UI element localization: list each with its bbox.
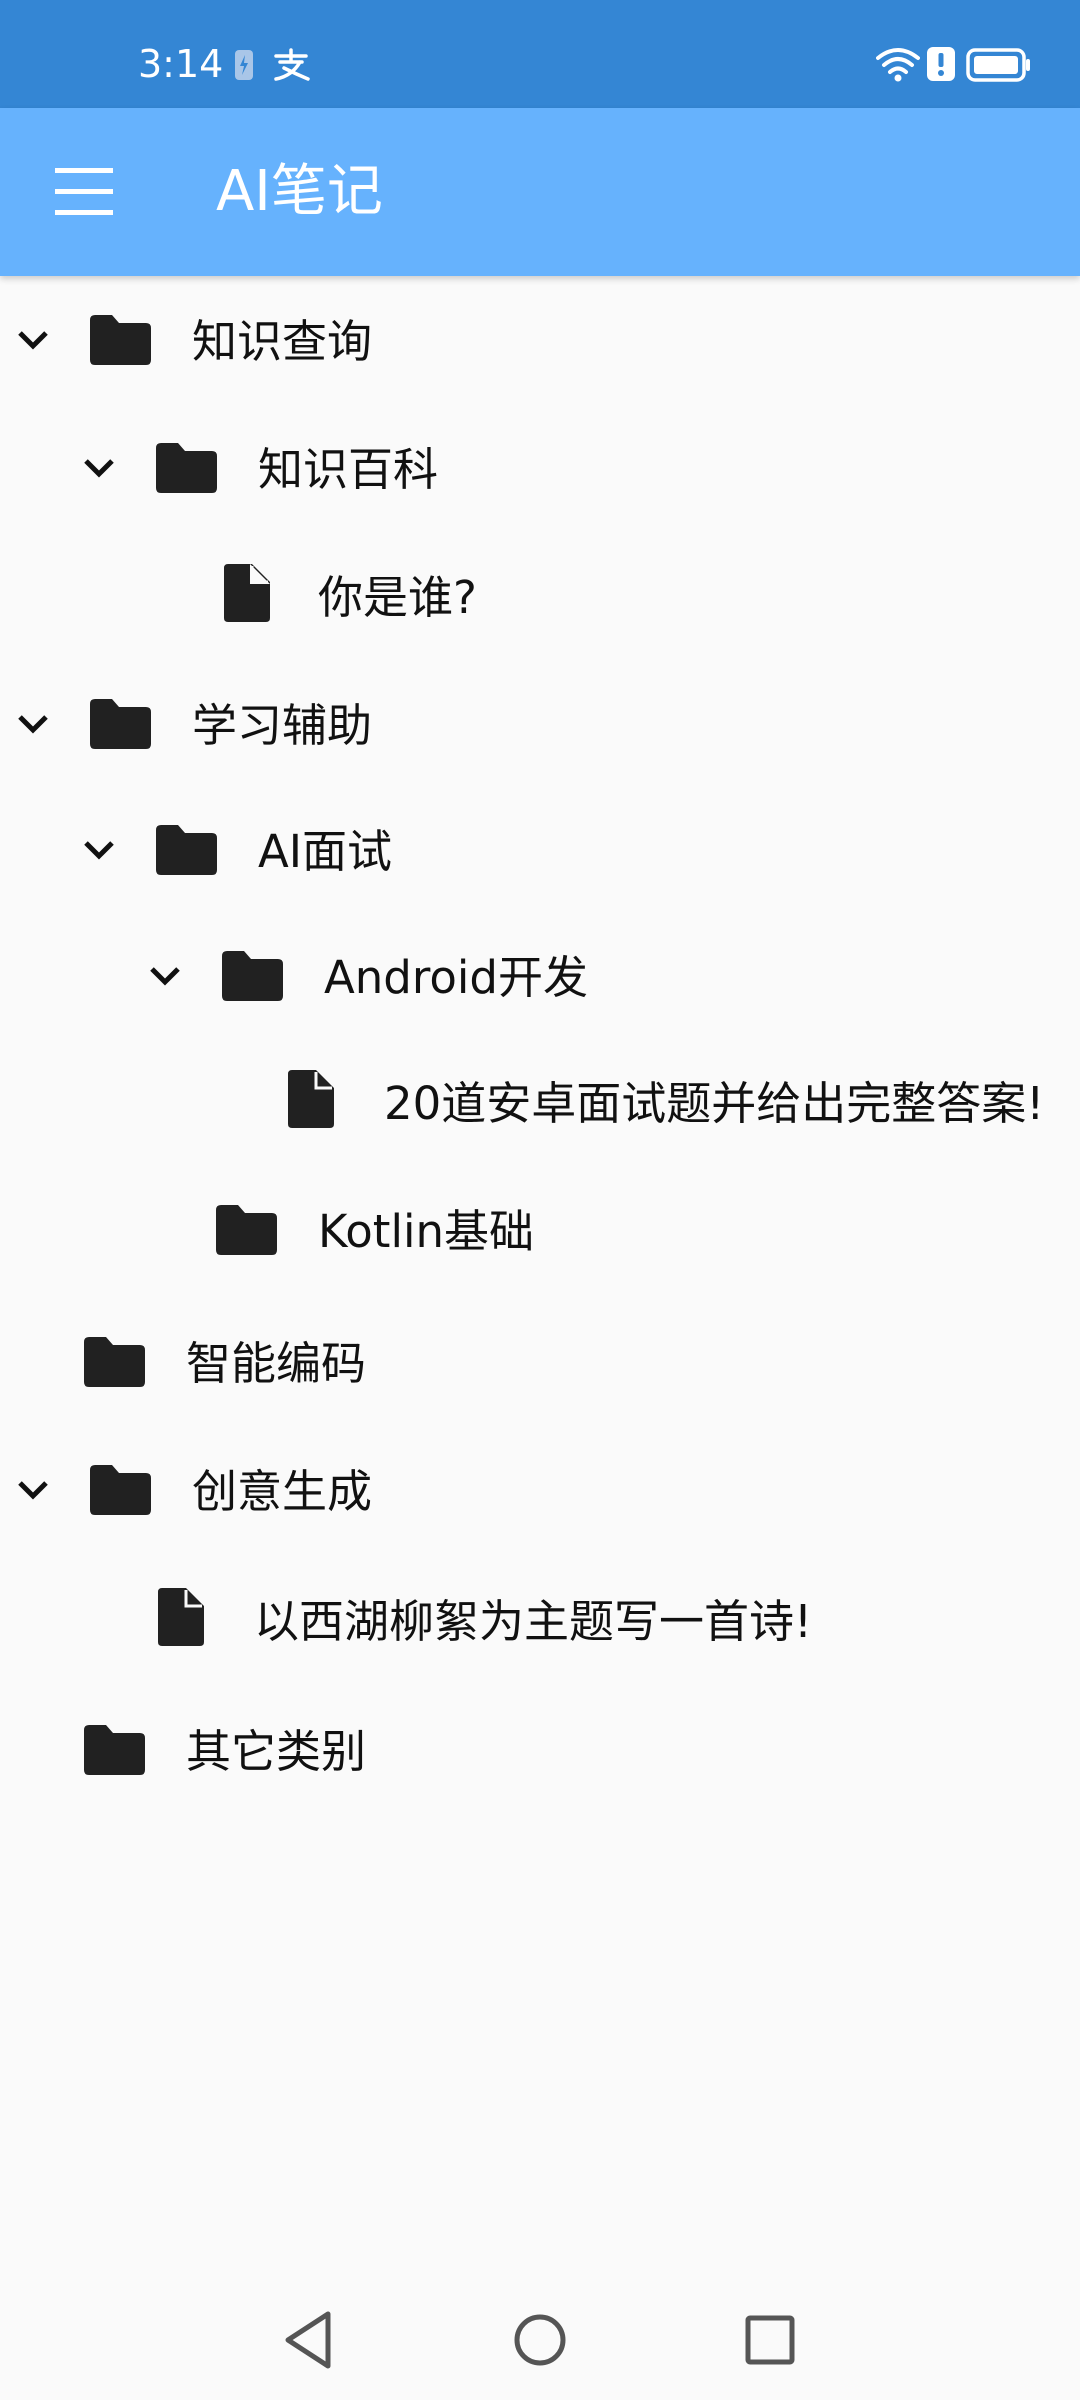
folder-icon bbox=[90, 315, 151, 365]
status-time: 3:14 bbox=[138, 42, 224, 86]
tree-row-file[interactable]: 20道安卓面试题并给出完整答案! bbox=[0, 1038, 1080, 1166]
tree-row-folder[interactable]: 学习辅助 bbox=[0, 660, 1080, 788]
folder-icon bbox=[222, 951, 283, 1001]
wifi-icon bbox=[876, 48, 920, 82]
tree-row-folder[interactable]: 智能编码 bbox=[0, 1298, 1080, 1426]
tree-row-folder[interactable]: Android开发 bbox=[0, 912, 1080, 1040]
tree-row-label: 知识百科 bbox=[258, 443, 439, 496]
file-icon bbox=[224, 564, 270, 622]
tree-row-folder[interactable]: Kotlin基础 bbox=[0, 1166, 1080, 1294]
folder-icon bbox=[156, 443, 217, 493]
tree-row-file[interactable]: 你是谁? bbox=[0, 532, 1080, 660]
status-bar: 3:14 bbox=[0, 0, 1080, 108]
chevron-down-icon[interactable] bbox=[16, 707, 50, 741]
home-icon[interactable] bbox=[500, 2300, 580, 2380]
tree-row-label: 以西湖柳絮为主题写一首诗! bbox=[254, 1595, 813, 1648]
folder-icon bbox=[156, 825, 217, 875]
tree-row-label: 其它类别 bbox=[186, 1725, 367, 1778]
battery-icon bbox=[966, 48, 1030, 82]
tree-row-folder[interactable]: 知识查询 bbox=[0, 276, 1080, 404]
tree-row-label: 你是谁? bbox=[318, 571, 477, 624]
folder-icon bbox=[90, 699, 151, 749]
folder-icon bbox=[84, 1337, 145, 1387]
folder-icon bbox=[84, 1725, 145, 1775]
tree-row-label: Kotlin基础 bbox=[318, 1205, 534, 1258]
tree-row-folder[interactable]: AI面试 bbox=[0, 786, 1080, 914]
chevron-down-icon[interactable] bbox=[82, 451, 116, 485]
tree-row-file[interactable]: 以西湖柳絮为主题写一首诗! bbox=[0, 1556, 1080, 1684]
tree-row-label: 20道安卓面试题并给出完整答案! bbox=[384, 1077, 1045, 1130]
tree-row-label: 学习辅助 bbox=[192, 699, 373, 752]
tree-row-folder[interactable]: 创意生成 bbox=[0, 1426, 1080, 1554]
tree-row-folder[interactable]: 其它类别 bbox=[0, 1686, 1080, 1814]
file-icon bbox=[158, 1588, 204, 1646]
tree-row-label: 智能编码 bbox=[186, 1337, 367, 1390]
file-icon bbox=[288, 1070, 334, 1128]
tree-row-label: AI面试 bbox=[258, 825, 393, 878]
tree-row-folder[interactable]: 知识百科 bbox=[0, 404, 1080, 532]
menu-icon[interactable] bbox=[28, 144, 140, 240]
alert-icon bbox=[927, 47, 955, 81]
chevron-down-icon[interactable] bbox=[82, 833, 116, 867]
folder-icon bbox=[216, 1205, 277, 1255]
tree-row-label: 创意生成 bbox=[192, 1465, 373, 1518]
chevron-down-icon[interactable] bbox=[148, 959, 182, 993]
battery-saver-icon bbox=[235, 50, 253, 80]
alipay-icon bbox=[274, 48, 310, 81]
app-title: AI笔记 bbox=[216, 159, 383, 224]
chevron-down-icon[interactable] bbox=[16, 323, 50, 357]
chevron-down-icon[interactable] bbox=[16, 1473, 50, 1507]
tree-row-label: Android开发 bbox=[324, 951, 588, 1004]
system-nav-bar bbox=[0, 2280, 1080, 2400]
tree-row-label: 知识查询 bbox=[192, 315, 373, 368]
app-bar: AI笔记 bbox=[0, 108, 1080, 276]
back-icon[interactable] bbox=[270, 2300, 350, 2380]
folder-icon bbox=[90, 1465, 151, 1515]
recents-icon[interactable] bbox=[730, 2300, 810, 2380]
